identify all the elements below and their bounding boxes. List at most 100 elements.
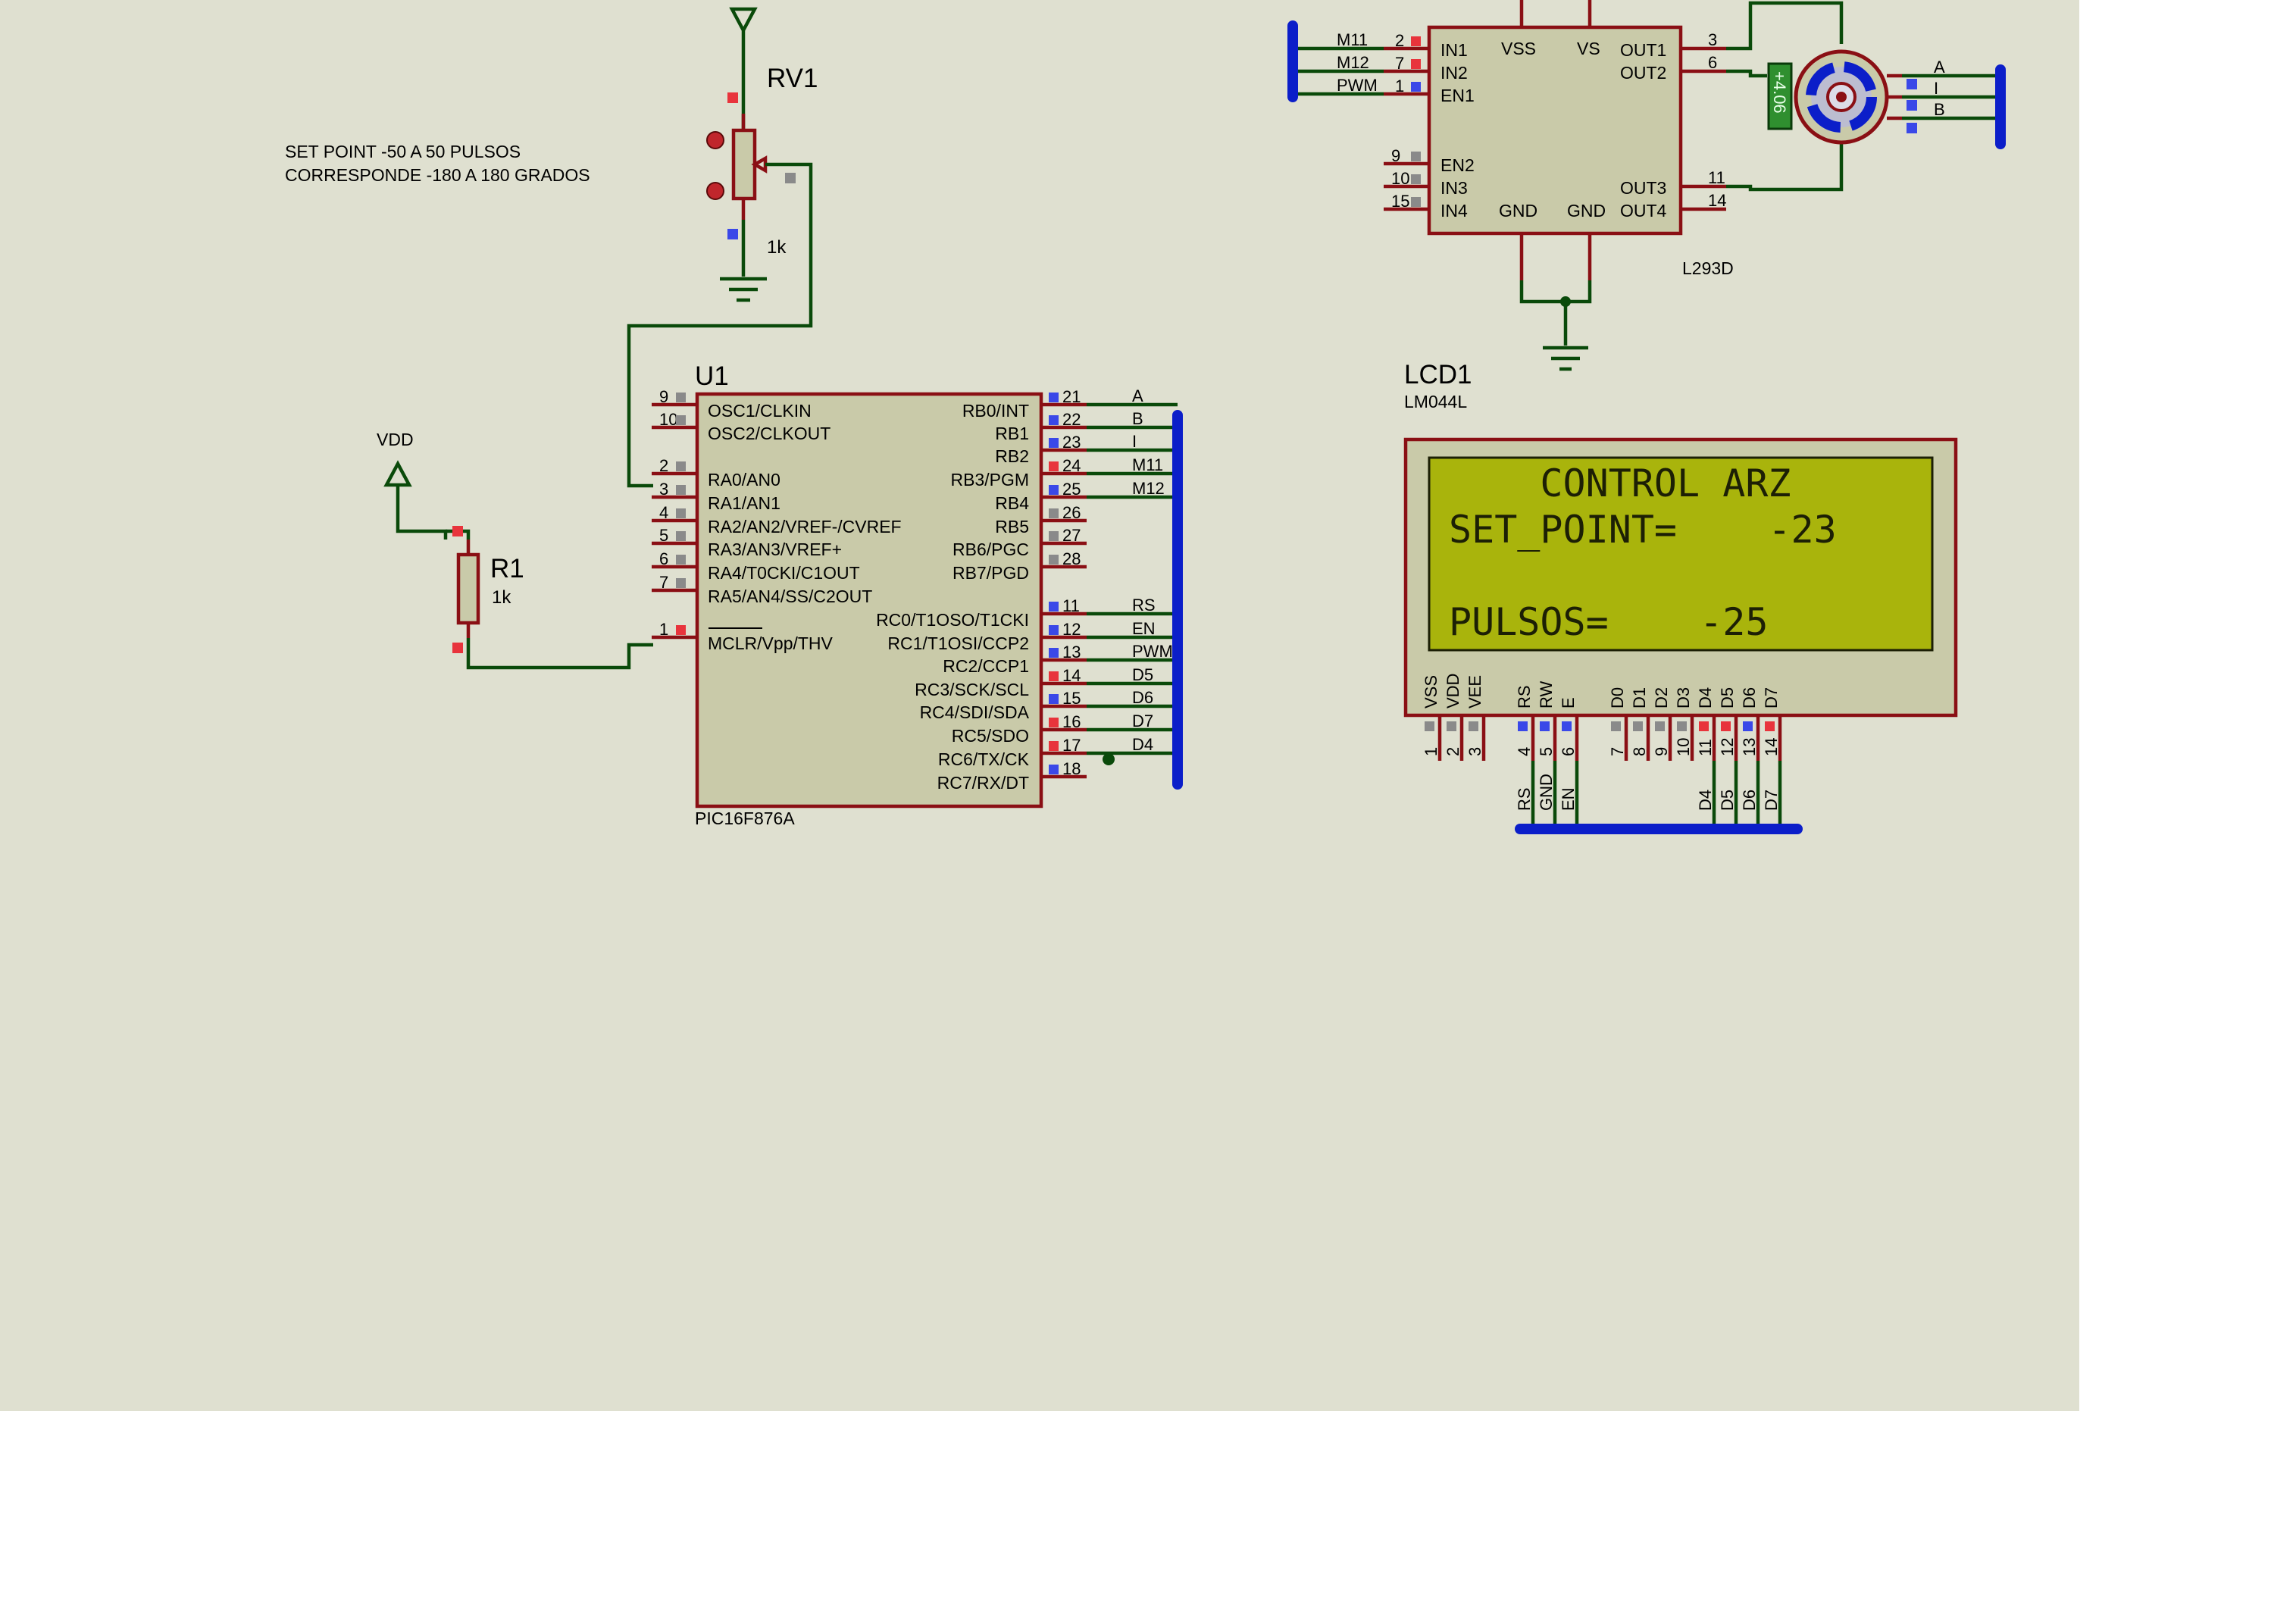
lcd-pin-vss[interactable]: VSS 1	[1422, 675, 1442, 761]
pin-label: RA0/AN0	[708, 470, 780, 490]
pin-number: 12	[1062, 620, 1081, 639]
pin-state-indicator	[676, 555, 686, 565]
pin-label: D0	[1608, 687, 1627, 708]
encoder-net-b: B	[1934, 100, 1945, 119]
note-line-1: SET POINT -50 A 50 PULSOS	[285, 142, 521, 161]
pin-number: 10	[1391, 169, 1409, 188]
pin-number: 1	[1395, 77, 1404, 95]
pin-label: RC3/SCK/SCL	[915, 680, 1029, 699]
setpoint-note: SET POINT -50 A 50 PULSOS CORRESPONDE -1…	[285, 142, 590, 185]
pin-state-indicator	[676, 393, 686, 402]
lcd-bus-net-gnd: GND	[1537, 774, 1556, 811]
pin-number: 11	[1696, 739, 1715, 756]
pin-state-indicator	[1049, 741, 1059, 751]
svg-text:IN4: IN4	[1440, 201, 1468, 221]
resistor-r1[interactable]: VDD R1 1k	[377, 430, 653, 670]
svg-text:IN1: IN1	[1440, 40, 1468, 60]
lcd-pin-vee[interactable]: VEE 3	[1465, 675, 1486, 761]
pin-label: RC6/TX/CK	[938, 749, 1030, 769]
lcd-pin-vdd[interactable]: VDD 2	[1444, 674, 1464, 761]
dc-motor-encoder[interactable]: +4.06 AIB	[1726, 1, 2006, 192]
pin-state-indicator	[1049, 718, 1059, 727]
pin-state-indicator	[1562, 721, 1572, 731]
pin-number: 27	[1062, 526, 1081, 545]
encoder-net-i: I	[1934, 79, 1938, 98]
pin-label: RC4/SDI/SDA	[920, 702, 1030, 722]
driver-l293d[interactable]: IN1 IN2 EN1 EN2 IN3 IN4 VSS VS GND GND O…	[1287, 0, 1734, 371]
pin-state-indicator	[1049, 393, 1059, 402]
lcd-bus-net-d6: D6	[1740, 790, 1759, 811]
pin-number: 14	[1762, 738, 1781, 756]
pin-number: 1	[659, 620, 668, 639]
pin-label: RB0/INT	[962, 401, 1029, 421]
pin-label: D2	[1652, 687, 1671, 708]
pin-state-indicator	[1049, 508, 1059, 518]
lcd-part: LM044L	[1404, 392, 1467, 411]
lcd-bus-net-d4: D4	[1696, 790, 1715, 811]
lcd-module[interactable]: LCD1 LM044L CONTROL ARZ SET_POINT= -23 P…	[1403, 360, 1958, 834]
pin-label: RB2	[995, 446, 1029, 466]
net-label: PWM	[1337, 76, 1378, 95]
pin-label: RB7/PGD	[952, 563, 1029, 583]
encoder-net-a: A	[1934, 58, 1945, 77]
u1-ref: U1	[695, 361, 729, 391]
net-label-en: EN	[1132, 619, 1156, 638]
r1-body	[456, 552, 480, 625]
pin-label: RW	[1537, 681, 1556, 708]
pin-number: 7	[659, 573, 668, 592]
rv1-increase-control[interactable]	[706, 131, 724, 149]
lcd-pin-d0[interactable]: D0 7	[1608, 687, 1628, 761]
pin-state-indicator	[1540, 721, 1550, 731]
pin-number: 6	[659, 549, 668, 568]
l293d-pin-number: 3	[1708, 30, 1717, 49]
pin-state-indicator	[1411, 59, 1421, 69]
lcd-pin-d2[interactable]: D2 9	[1652, 687, 1672, 761]
pin-label: RB3/PGM	[950, 470, 1029, 490]
schematic-drawing: SET POINT -50 A 50 PULSOS CORRESPONDE -1…	[285, 0, 2006, 834]
lcd-pin-d3[interactable]: D3 10	[1674, 687, 1694, 761]
svg-text:OUT2: OUT2	[1620, 63, 1666, 83]
pin-number: 10	[1674, 738, 1693, 756]
pin-number: 10	[659, 410, 677, 429]
pin-number: 4	[659, 503, 668, 522]
net-label-d7: D7	[1132, 712, 1153, 730]
lcd-bus-nets: RS GND EN D4 D5 D6 D7	[1515, 774, 1781, 811]
rv1-ref: RV1	[767, 64, 818, 93]
svg-text:OUT4: OUT4	[1620, 201, 1667, 221]
lcd-pin-d1[interactable]: D1 8	[1630, 687, 1650, 761]
pin-number: 7	[1608, 747, 1627, 756]
schematic-canvas[interactable]: SET POINT -50 A 50 PULSOS CORRESPONDE -1…	[0, 0, 2296, 1614]
pin-state-indicator	[1411, 36, 1421, 46]
pin-label: RC5/SDO	[952, 726, 1029, 746]
pin-state-indicator	[1049, 602, 1059, 612]
pin-label: MCLR/Vpp/THV	[708, 633, 834, 653]
pin-number: 24	[1062, 456, 1081, 475]
pin-label: RS	[1515, 685, 1534, 708]
pin-number: 17	[1062, 736, 1081, 755]
pin-number: 23	[1062, 433, 1081, 452]
pin-state-indicator	[1411, 174, 1421, 184]
vdd-arrow	[383, 460, 448, 540]
svg-text:EN1: EN1	[1440, 86, 1475, 105]
pin-label: D3	[1674, 687, 1693, 708]
pin-label: RB6/PGC	[952, 540, 1029, 559]
pin-label: VSS	[1422, 675, 1440, 708]
net-label: M12	[1337, 53, 1369, 72]
r1-ref: R1	[490, 554, 524, 583]
pin-state-indicator	[676, 531, 686, 541]
pin-state-indicator	[1049, 461, 1059, 471]
pin-label: RA3/AN3/VREF+	[708, 540, 842, 559]
pin-number: 28	[1062, 549, 1081, 568]
pin-state-indicator	[1765, 721, 1775, 731]
net-label-d5: D5	[1132, 665, 1153, 684]
pin-state-indicator	[1425, 721, 1434, 731]
pin-number: 3	[659, 480, 668, 499]
l293d-enable-pins: 9 10 15	[1391, 146, 1421, 211]
pin-number: 2	[1444, 747, 1462, 756]
pin-label: VDD	[1444, 674, 1462, 708]
microcontroller-u1[interactable]: U1 PIC16F876A 9 OSC1/CLKIN 10 OSC2/CLKOUT 2 R…	[652, 361, 1178, 828]
lcd-bus-net-d5: D5	[1718, 790, 1737, 811]
encoder-nets: AIB	[1934, 58, 1945, 119]
rv1-decrease-control[interactable]	[706, 182, 724, 200]
rv1-ground-symbol	[720, 277, 767, 302]
